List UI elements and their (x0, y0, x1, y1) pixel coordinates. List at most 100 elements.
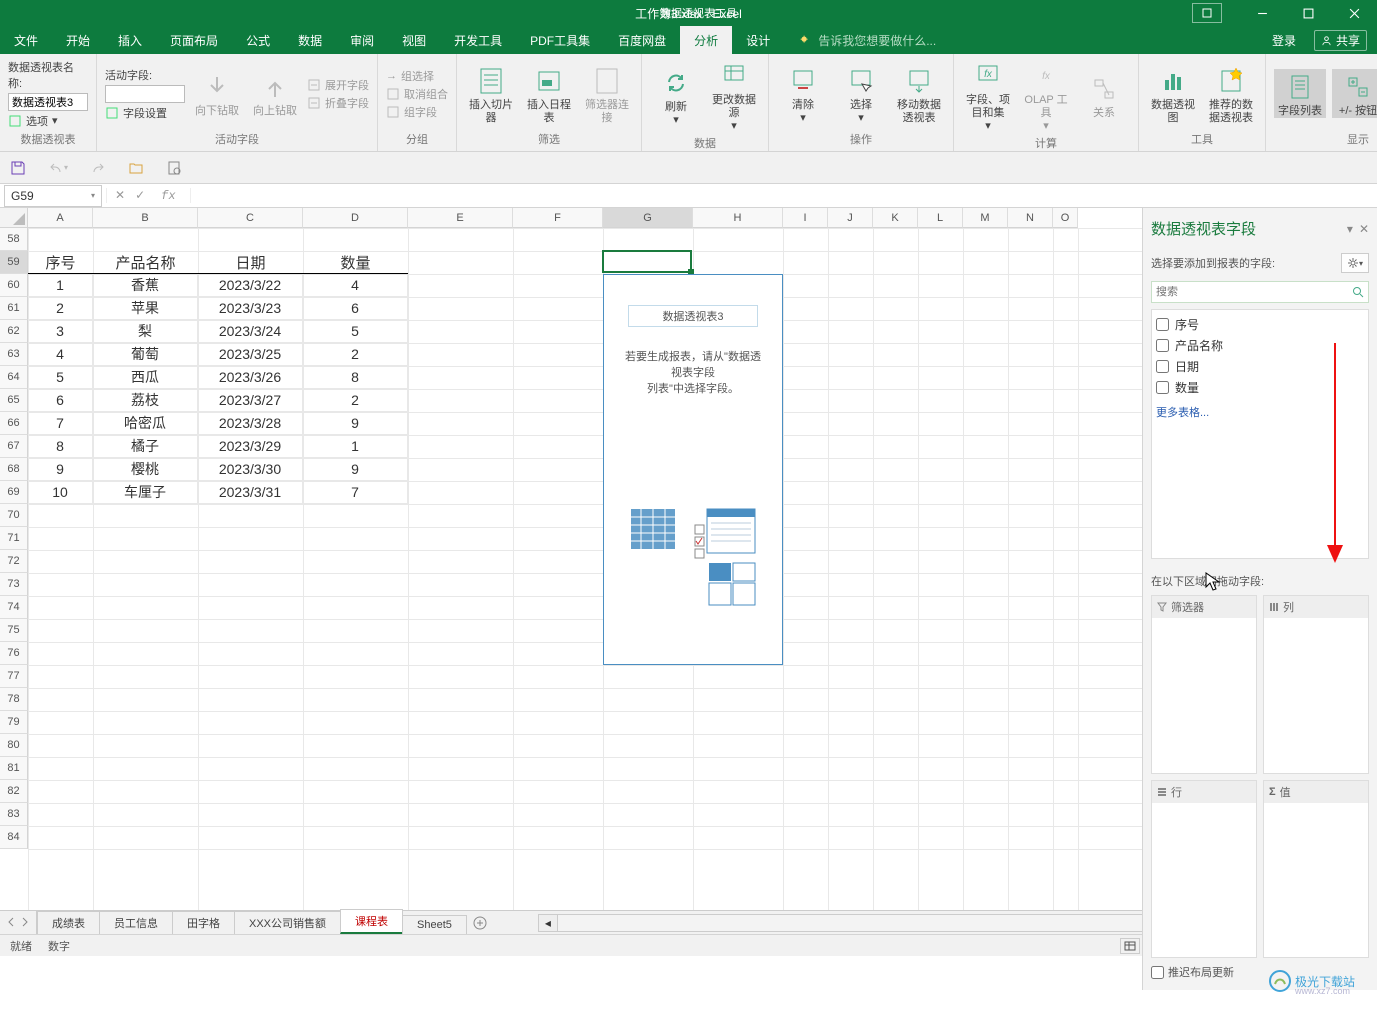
area-values[interactable]: Σ值 (1263, 780, 1369, 959)
field-checkbox[interactable] (1156, 318, 1169, 331)
row-header-70[interactable]: 70 (0, 504, 28, 527)
cell[interactable]: 香蕉 (93, 274, 198, 297)
cell[interactable]: 2 (303, 389, 408, 412)
cell[interactable]: 2023/3/27 (198, 389, 303, 412)
row-header-75[interactable]: 75 (0, 619, 28, 642)
cell[interactable]: 7 (303, 481, 408, 504)
row-header-64[interactable]: 64 (0, 366, 28, 389)
active-field-input[interactable] (105, 85, 185, 103)
cell[interactable]: 10 (28, 481, 93, 504)
enter-icon[interactable]: ✓ (135, 188, 145, 203)
cell[interactable]: 2023/3/26 (198, 366, 303, 389)
field-settings-button[interactable]: 字段设置 (105, 105, 185, 121)
menu-tab-分析[interactable]: 分析 (680, 26, 732, 54)
row-header-76[interactable]: 76 (0, 642, 28, 665)
col-header-I[interactable]: I (783, 208, 828, 228)
undo-button[interactable]: ▾ (48, 160, 68, 176)
sheet-tab[interactable]: 成绩表 (37, 911, 100, 934)
row-header-67[interactable]: 67 (0, 435, 28, 458)
cell[interactable]: 西瓜 (93, 366, 198, 389)
cell[interactable]: 1 (28, 274, 93, 297)
row-header-65[interactable]: 65 (0, 389, 28, 412)
area-rows[interactable]: 行 (1151, 780, 1257, 959)
cell[interactable]: 2023/3/31 (198, 481, 303, 504)
field-item[interactable]: 产品名称 (1156, 335, 1364, 356)
login-link[interactable]: 登录 (1272, 32, 1296, 49)
select-all-corner[interactable] (0, 208, 28, 228)
cell[interactable]: 8 (303, 366, 408, 389)
area-filters[interactable]: 筛选器 (1151, 595, 1257, 774)
sheet-nav-next[interactable] (20, 916, 30, 930)
menu-tab-文件[interactable]: 文件 (0, 26, 52, 54)
sheet-nav-prev[interactable] (6, 916, 16, 930)
cell[interactable]: 9 (28, 458, 93, 481)
row-header-59[interactable]: 59 (0, 251, 28, 274)
cell[interactable]: 荔枝 (93, 389, 198, 412)
pivot-placeholder[interactable]: 数据透视表3若要生成报表，请从"数据透视表字段列表"中选择字段。 (603, 274, 783, 665)
col-header-N[interactable]: N (1008, 208, 1053, 228)
row-header-72[interactable]: 72 (0, 550, 28, 573)
sheet-tab[interactable]: XXX公司销售额 (234, 911, 341, 934)
col-header-D[interactable]: D (303, 208, 408, 228)
cancel-icon[interactable]: ✕ (115, 188, 125, 203)
sheet-tab[interactable]: 员工信息 (99, 911, 173, 934)
active-cell[interactable] (602, 250, 692, 273)
cell[interactable]: 6 (28, 389, 93, 412)
save-button[interactable] (10, 160, 26, 176)
refresh-button[interactable]: 刷新▾ (650, 65, 702, 127)
cell[interactable]: 2023/3/30 (198, 458, 303, 481)
field-checkbox[interactable] (1156, 339, 1169, 352)
table-header[interactable]: 数量 (303, 251, 408, 274)
cell[interactable]: 1 (303, 435, 408, 458)
pivot-chart-button[interactable]: 数据透视图 (1147, 63, 1199, 125)
row-header-63[interactable]: 63 (0, 343, 28, 366)
table-header[interactable]: 产品名称 (93, 251, 198, 274)
col-header-F[interactable]: F (513, 208, 603, 228)
pivot-name-input[interactable] (8, 93, 88, 111)
area-columns[interactable]: 列 (1263, 595, 1369, 774)
insert-timeline-button[interactable]: 插入日程表 (523, 63, 575, 125)
col-header-L[interactable]: L (918, 208, 963, 228)
more-tables-link[interactable]: 更多表格... (1156, 404, 1364, 420)
field-checkbox[interactable] (1156, 381, 1169, 394)
cell[interactable]: 5 (28, 366, 93, 389)
pivot-options-button[interactable]: 选项▾ (8, 113, 88, 129)
minimize-button[interactable] (1239, 0, 1285, 26)
cell[interactable]: 2023/3/22 (198, 274, 303, 297)
cell[interactable]: 2 (28, 297, 93, 320)
col-header-C[interactable]: C (198, 208, 303, 228)
cell[interactable]: 樱桃 (93, 458, 198, 481)
row-header-80[interactable]: 80 (0, 734, 28, 757)
cell[interactable]: 3 (28, 320, 93, 343)
print-preview-button[interactable] (166, 160, 182, 176)
clear-button[interactable]: 清除▾ (777, 63, 829, 125)
row-header-81[interactable]: 81 (0, 757, 28, 780)
col-header-B[interactable]: B (93, 208, 198, 228)
cell[interactable]: 2023/3/23 (198, 297, 303, 320)
cell[interactable]: 2023/3/29 (198, 435, 303, 458)
pane-gear-button[interactable]: ▾ (1341, 253, 1369, 273)
new-sheet-button[interactable] (466, 911, 494, 934)
table-header[interactable]: 日期 (198, 251, 303, 274)
fx-icon[interactable]: fx (155, 189, 181, 203)
redo-button[interactable] (90, 160, 106, 176)
change-datasource-button[interactable]: 更改数据源▾ (708, 58, 760, 133)
field-search[interactable] (1151, 281, 1369, 303)
menu-tab-插入[interactable]: 插入 (104, 26, 156, 54)
cell[interactable]: 2023/3/28 (198, 412, 303, 435)
cell[interactable]: 4 (303, 274, 408, 297)
maximize-button[interactable] (1285, 0, 1331, 26)
menu-tab-百度网盘[interactable]: 百度网盘 (604, 26, 680, 54)
recommended-pivots-button[interactable]: 推荐的数据透视表 (1205, 63, 1257, 125)
cell[interactable]: 苹果 (93, 297, 198, 320)
cell[interactable]: 哈密瓜 (93, 412, 198, 435)
close-button[interactable] (1331, 0, 1377, 26)
defer-layout-checkbox[interactable] (1151, 966, 1164, 979)
cell[interactable]: 2023/3/24 (198, 320, 303, 343)
field-list-toggle[interactable]: 字段列表 (1274, 69, 1326, 118)
ribbon-display-options[interactable] (1192, 3, 1222, 23)
row-header-77[interactable]: 77 (0, 665, 28, 688)
share-button[interactable]: 共享 (1314, 30, 1367, 51)
row-header-73[interactable]: 73 (0, 573, 28, 596)
table-header[interactable]: 序号 (28, 251, 93, 274)
